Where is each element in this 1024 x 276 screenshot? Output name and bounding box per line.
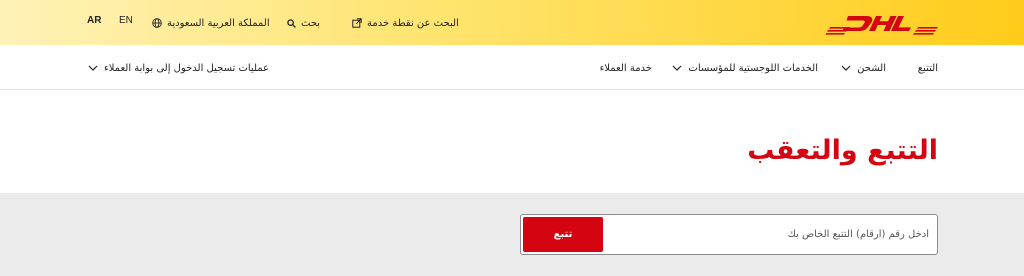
service-point-label: البحث عن نقطة خدمة bbox=[367, 17, 459, 29]
track-button[interactable]: تتبع bbox=[523, 217, 603, 252]
search-label: بحث bbox=[301, 17, 321, 29]
search-link[interactable]: بحث bbox=[287, 15, 320, 31]
nav-enterprise-logistics[interactable]: الخدمات اللوجستية للمؤسسات bbox=[672, 61, 818, 75]
country-selector[interactable]: المملكة العربية السعودية bbox=[152, 15, 270, 31]
nav-shipping-label: الشحن bbox=[857, 62, 886, 74]
find-service-point-link[interactable]: البحث عن نقطة خدمة bbox=[352, 15, 459, 31]
nav-tracking[interactable]: التتبع bbox=[918, 61, 938, 75]
tracking-section: تتبع bbox=[0, 193, 1024, 276]
language-en[interactable]: EN bbox=[119, 15, 133, 26]
nav-shipping[interactable]: الشحن bbox=[841, 61, 886, 75]
dhl-logo[interactable] bbox=[826, 12, 940, 36]
external-link-icon bbox=[352, 18, 362, 28]
tracking-number-input[interactable] bbox=[611, 215, 929, 254]
chevron-down-icon bbox=[672, 65, 682, 71]
top-utility-bar: البحث عن نقطة خدمة بحث المملكة العربية ا… bbox=[0, 0, 1024, 45]
nav-portal-logins-label: عمليات تسجيل الدخول إلى بوابة العملاء bbox=[104, 62, 269, 74]
chevron-down-icon bbox=[88, 65, 98, 71]
language-ar[interactable]: AR bbox=[87, 15, 101, 26]
nav-portal-logins[interactable]: عمليات تسجيل الدخول إلى بوابة العملاء bbox=[88, 61, 269, 75]
nav-tracking-label: التتبع bbox=[917, 62, 938, 74]
nav-customer-service-label: خدمة العملاء bbox=[599, 62, 652, 74]
title-section: التتبع والتعقب bbox=[0, 91, 1024, 193]
nav-customer-service[interactable]: خدمة العملاء bbox=[600, 61, 652, 75]
globe-icon bbox=[152, 18, 162, 28]
tracking-form: تتبع bbox=[520, 214, 938, 255]
country-label: المملكة العربية السعودية bbox=[167, 17, 270, 29]
page-title: التتبع والتعقب bbox=[747, 135, 938, 166]
search-icon bbox=[287, 18, 296, 28]
chevron-down-icon bbox=[841, 65, 851, 71]
nav-enterprise-logistics-label: الخدمات اللوجستية للمؤسسات bbox=[688, 62, 818, 74]
main-navigation: التتبع الشحن الخدمات اللوجستية للمؤسسات … bbox=[0, 45, 1024, 90]
